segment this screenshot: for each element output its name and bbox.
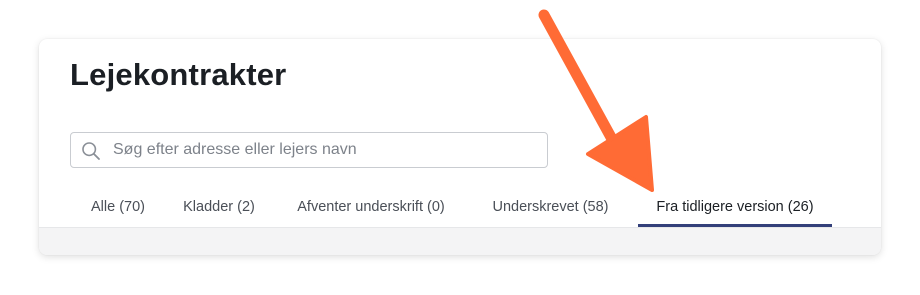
tab-underskrevet[interactable]: Underskrevet (58): [484, 189, 617, 227]
card-footer-bar: [39, 227, 881, 255]
search-icon: [81, 141, 101, 161]
tab-fra-tidligere-version[interactable]: Fra tidligere version (26): [638, 189, 832, 227]
tab-kladder[interactable]: Kladder (2): [174, 189, 264, 227]
tab-afventer-underskrift[interactable]: Afventer underskrift (0): [286, 189, 456, 227]
screenshot-stage: Lejekontrakter Alle (70) Kladder (2) Afv…: [0, 0, 920, 295]
contract-status-tabs: Alle (70) Kladder (2) Afventer underskri…: [39, 189, 881, 227]
tab-alle[interactable]: Alle (70): [77, 189, 159, 227]
search-field[interactable]: [70, 132, 548, 168]
page-title: Lejekontrakter: [70, 57, 287, 92]
contracts-card: Lejekontrakter Alle (70) Kladder (2) Afv…: [39, 39, 881, 255]
search-input[interactable]: [113, 133, 533, 167]
